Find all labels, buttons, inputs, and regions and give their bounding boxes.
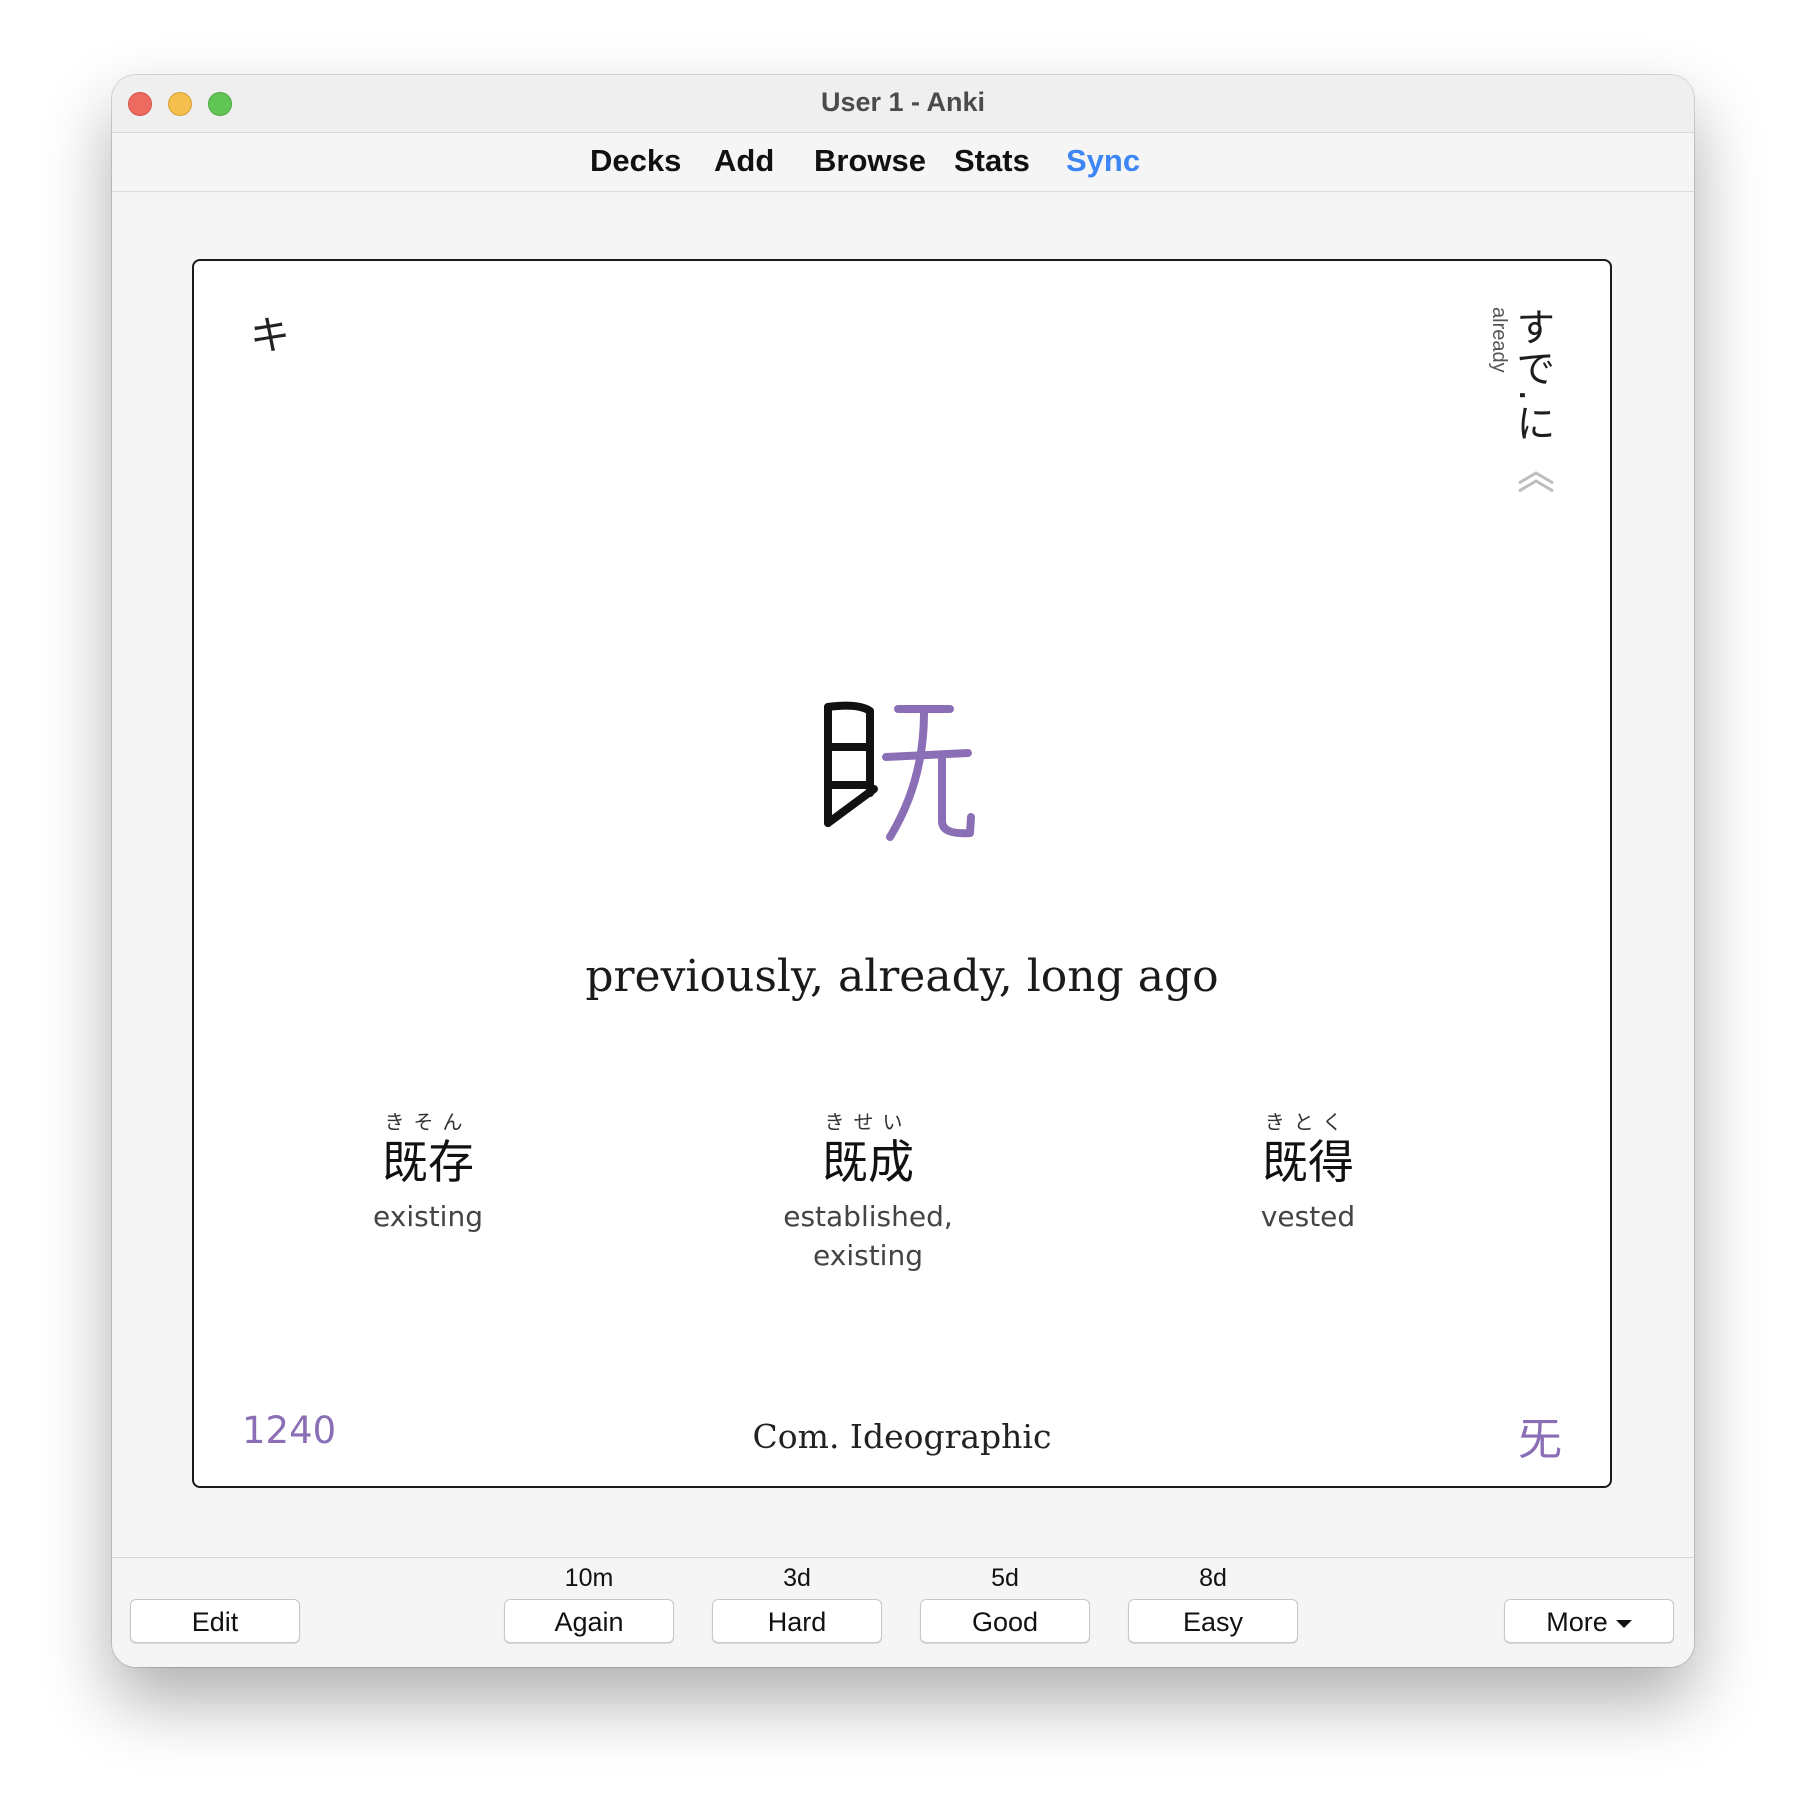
interval-hard: 3d <box>783 1564 811 1592</box>
kanji-component: 旡 <box>1518 1414 1562 1465</box>
window-title: User 1 - Anki <box>820 87 986 117</box>
vocab-word: 既成 <box>822 1135 914 1189</box>
kunyomi-meaning: already <box>1488 307 1510 373</box>
toolbar-stats[interactable]: Stats <box>954 143 1030 179</box>
edit-button[interactable]: Edit <box>130 1599 300 1643</box>
vocab-item: きとく 既得 vested <box>1158 1109 1458 1236</box>
title-bar: User 1 - Anki <box>112 75 1694 133</box>
vocab-furigana: きせい <box>824 1110 912 1134</box>
vocab-word: 既存 <box>382 1135 474 1189</box>
kunyomi-reading: すで.に <box>1510 307 1555 445</box>
kanji-stroke-diagram: 既 <box>824 701 975 841</box>
kanji-category: Com. Ideographic <box>752 1417 1052 1456</box>
onyomi-reading: キ <box>250 313 290 359</box>
hard-button[interactable]: Hard <box>712 1599 882 1643</box>
vocab-item: きせい 既成 established, existing <box>718 1109 1018 1275</box>
easy-button[interactable]: Easy <box>1128 1599 1298 1643</box>
vocab-furigana: きとく <box>1264 1110 1352 1134</box>
main-toolbar: Decks Add Browse Stats Sync <box>112 133 1694 192</box>
toolbar-browse[interactable]: Browse <box>814 143 926 179</box>
interval-again: 10m <box>564 1564 614 1592</box>
kanji-left-component <box>824 701 878 827</box>
vocab-furigana: きそん <box>384 1110 472 1134</box>
toolbar-decks[interactable]: Decks <box>590 143 681 179</box>
kanji-right-component <box>882 705 975 841</box>
double-chevron-up-icon[interactable] <box>1516 469 1556 493</box>
vocab-gloss: established, existing <box>783 1200 953 1272</box>
dropdown-arrow-icon <box>1615 1619 1632 1628</box>
toolbar-add[interactable]: Add <box>714 143 774 179</box>
more-button[interactable]: More <box>1504 1599 1674 1643</box>
vocab-item: きそん 既存 existing <box>278 1109 578 1236</box>
more-button-label: More <box>1546 1607 1608 1637</box>
anki-window: User 1 - Anki Decks Add Browse Stats Syn… <box>112 75 1694 1667</box>
good-button[interactable]: Good <box>920 1599 1090 1643</box>
vocab-gloss: existing <box>373 1200 483 1233</box>
review-card: キ すで.に already 既 previ <box>192 259 1612 1488</box>
vocab-word: 既得 <box>1262 1135 1354 1189</box>
interval-good: 5d <box>991 1564 1019 1592</box>
review-bottom-bar: Edit 10m Again 3d Hard 5d Good 8d Easy M… <box>112 1557 1694 1667</box>
interval-easy: 8d <box>1199 1564 1227 1592</box>
toolbar-sync[interactable]: Sync <box>1066 143 1140 179</box>
kanji-meaning: previously, already, long ago <box>585 951 1219 1002</box>
again-button[interactable]: Again <box>504 1599 674 1643</box>
vocab-gloss: vested <box>1260 1200 1356 1233</box>
